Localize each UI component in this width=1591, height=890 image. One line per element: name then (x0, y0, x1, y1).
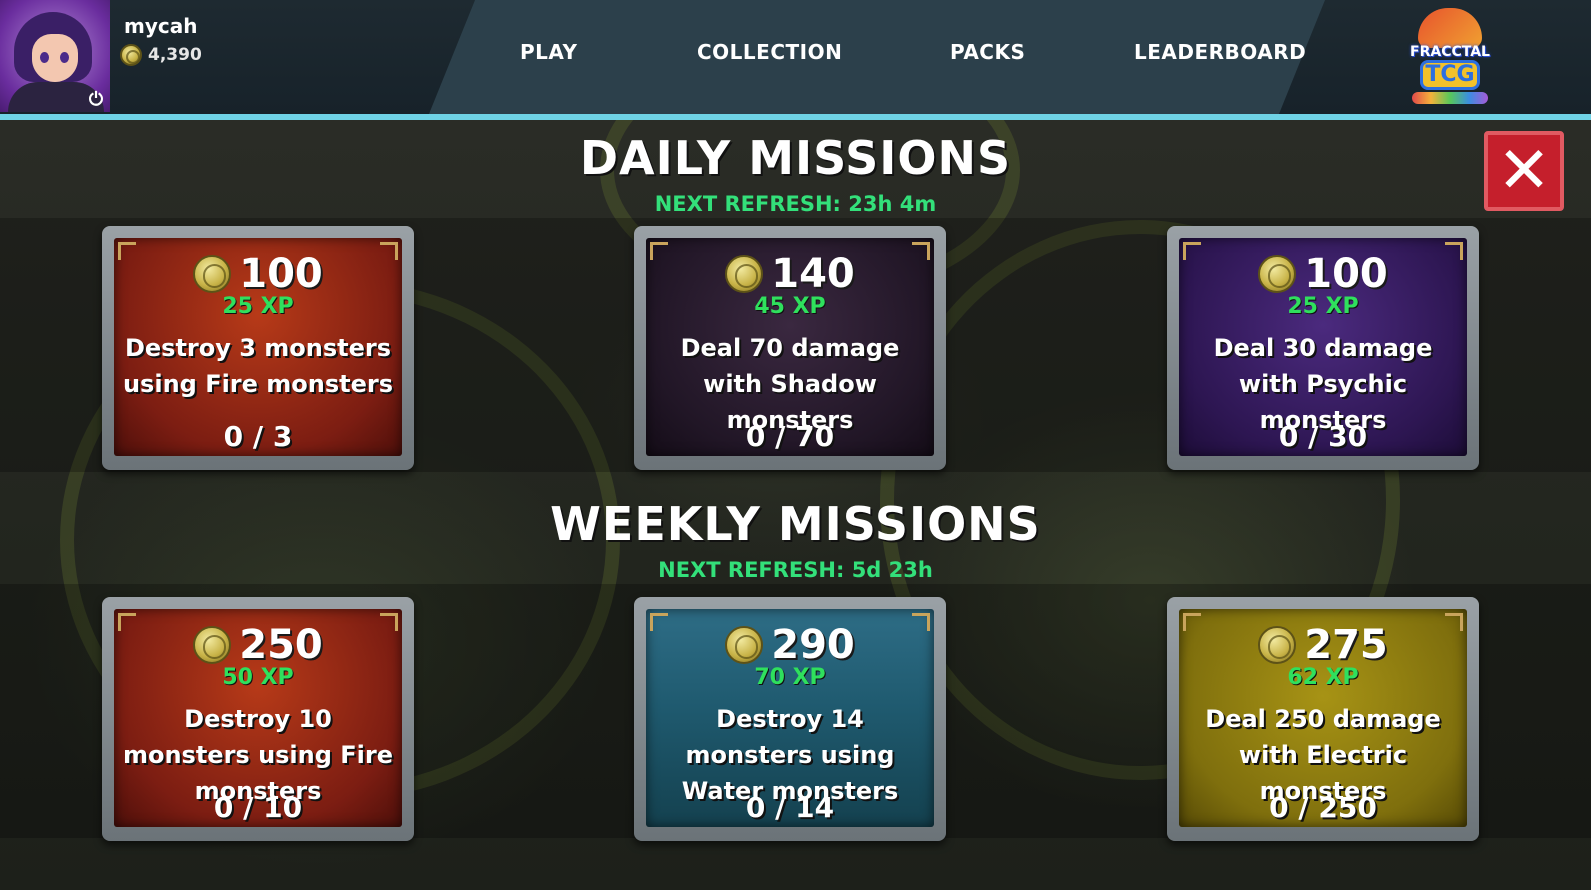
mission-progress: 0 / 30 (1278, 420, 1368, 453)
mission-reward: 100 (114, 254, 402, 294)
daily-missions-title: DAILY MISSIONS (579, 131, 1012, 185)
top-bar-divider (0, 114, 1591, 120)
nav-packs[interactable]: PACKS (950, 40, 1025, 64)
coin-icon (725, 255, 764, 293)
mission-xp: 45 XP (754, 294, 826, 319)
gems-icon (1412, 92, 1488, 104)
mission-reward: 100 (1179, 254, 1467, 294)
mission-reward-value: 250 (239, 622, 323, 668)
mission-reward-value: 140 (771, 251, 855, 297)
mission-reward-value: 275 (1304, 622, 1388, 668)
weekly-refresh-timer: NEXT REFRESH: 5d 23h (658, 558, 933, 582)
weekly-mission-card-2[interactable]: 290 70 XP Destroy 14 monsters using Wate… (634, 597, 946, 841)
coin-icon (120, 44, 142, 66)
coin-icon (1258, 255, 1297, 293)
mission-description: Destroy 3 monsters using Fire monsters (122, 334, 394, 398)
mission-xp: 25 XP (1287, 294, 1359, 319)
mission-progress: 0 / 10 (213, 791, 303, 824)
daily-mission-card-3[interactable]: 100 25 XP Deal 30 damage with Psychic mo… (1167, 226, 1479, 470)
nav-play[interactable]: PLAY (520, 40, 577, 64)
mission-reward: 275 (1179, 625, 1467, 665)
coin-balance-value: 4,390 (148, 45, 202, 65)
power-icon[interactable]: ⏻ (86, 90, 106, 110)
mission-reward: 250 (114, 625, 402, 665)
nav-collection[interactable]: COLLECTION (697, 40, 842, 64)
daily-mission-card-1[interactable]: 100 25 XP Destroy 3 monsters using Fire … (102, 226, 414, 470)
mission-reward: 290 (646, 625, 934, 665)
daily-mission-card-2[interactable]: 140 45 XP Deal 70 damage with Shadow mon… (634, 226, 946, 470)
mission-xp: 62 XP (1287, 665, 1359, 690)
dragon-icon (1418, 8, 1482, 48)
mission-xp: 50 XP (222, 665, 294, 690)
coin-icon (1258, 626, 1297, 664)
logo-line1: FRACCTAL (1410, 44, 1490, 60)
coin-icon (193, 626, 232, 664)
mission-reward: 140 (646, 254, 934, 294)
mission-reward-value: 100 (1304, 251, 1388, 297)
mission-progress: 0 / 70 (745, 420, 835, 453)
mission-progress: 0 / 3 (223, 420, 293, 453)
logo-line2: TCG (1420, 60, 1480, 90)
mission-xp: 25 XP (222, 294, 294, 319)
mission-progress: 0 / 14 (745, 791, 835, 824)
weekly-mission-card-3[interactable]: 275 62 XP Deal 250 damage with Electric … (1167, 597, 1479, 841)
mission-reward-value: 290 (771, 622, 855, 668)
mission-xp: 70 XP (754, 665, 826, 690)
game-logo[interactable]: FRACCTAL TCG (1402, 8, 1498, 106)
mission-progress: 0 / 250 (1269, 791, 1377, 824)
weekly-mission-card-1[interactable]: 250 50 XP Destroy 10 monsters using Fire… (102, 597, 414, 841)
coin-icon (193, 255, 232, 293)
weekly-missions-title: WEEKLY MISSIONS (550, 497, 1041, 551)
coin-icon (725, 626, 764, 664)
coin-balance: 4,390 (120, 44, 202, 66)
nav-leaderboard[interactable]: LEADERBOARD (1134, 40, 1306, 64)
username: mycah (124, 14, 198, 38)
mission-reward-value: 100 (239, 251, 323, 297)
daily-refresh-timer: NEXT REFRESH: 23h 4m (654, 192, 937, 216)
